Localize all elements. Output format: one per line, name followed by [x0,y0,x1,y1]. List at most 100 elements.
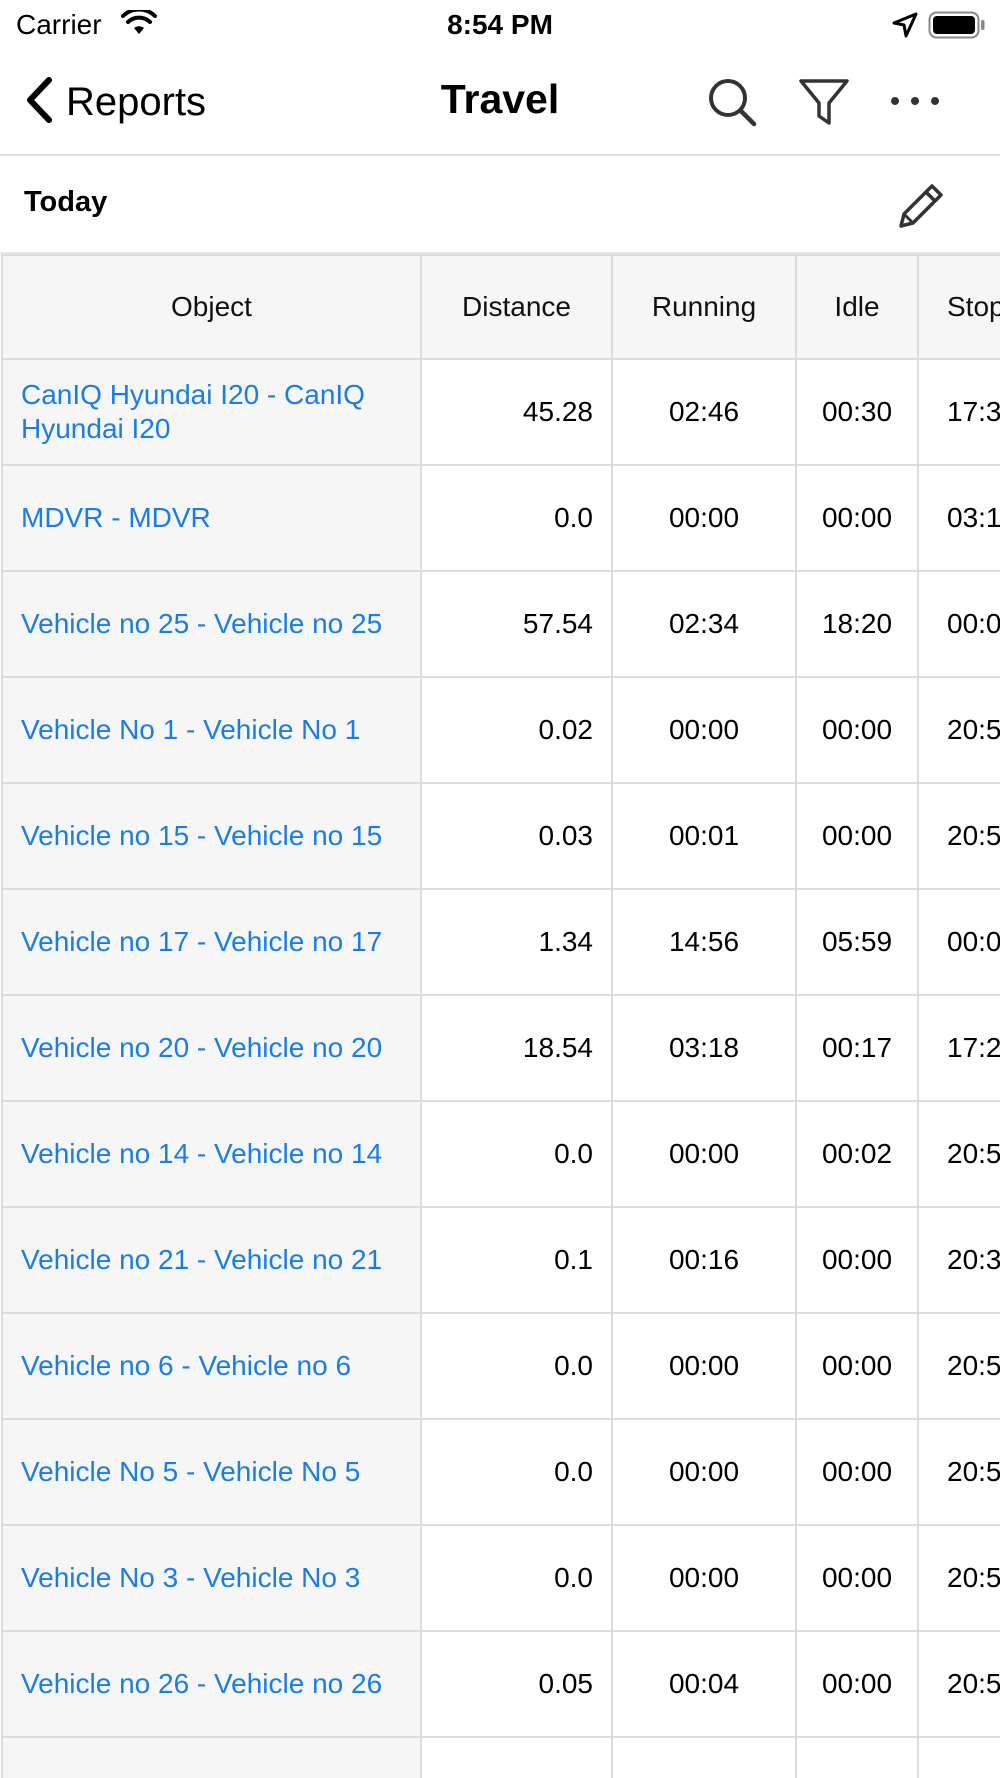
cell-object: Vehicle no 20 - Vehicle no 20 [1,994,422,1102]
cell-object: Vehicle no 26 - Vehicle no 26 [1,1630,422,1738]
table-row[interactable]: Vehicle no 14 - Vehicle no 14 0.0 00:00 00:… [1,1100,1000,1208]
object-link[interactable]: Vehicle no 14 - Vehicle no 14 [21,1137,412,1171]
cell-distance: 0.03 [420,782,613,890]
period-bar: Today [0,156,1000,254]
cell-idle: 00:02 [795,1100,919,1208]
cell-distance: 57.54 [420,570,613,678]
cell-distance: 0.0 [420,1418,613,1526]
column-header-object[interactable]: Object [1,254,422,360]
cell-distance: 1.34 [420,888,613,996]
cell-running: 02:46 [611,358,797,466]
object-link[interactable]: CanIQ Hyundai I20 - CanIQ Hyundai I20 [21,378,412,446]
table-row[interactable]: Vehicle no 20 - Vehicle no 20 18.54 03:18 0… [1,994,1000,1102]
search-icon[interactable] [706,76,758,133]
cell-object: Vehicle no 11 - Vehicle no 11 [1,1736,422,1778]
cell-distance: 0.05 [420,1630,613,1738]
cell-running [611,1736,797,1778]
cell-object: Vehicle no 17 - Vehicle no 17 [1,888,422,996]
object-link[interactable]: Vehicle no 15 - Vehicle no 15 [21,819,412,853]
cell-idle: 00:30 [795,358,919,466]
object-link[interactable]: Vehicle no 17 - Vehicle no 17 [21,925,412,959]
cell-object: Vehicle No 3 - Vehicle No 3 [1,1524,422,1632]
object-link[interactable]: Vehicle no 25 - Vehicle no 25 [21,607,412,641]
cell-idle: 00:00 [795,676,919,784]
pencil-icon[interactable] [895,178,949,237]
object-link[interactable]: Vehicle no 26 - Vehicle no 26 [21,1667,412,1701]
cell-idle: 18:20 [795,570,919,678]
cell-idle: 00:00 [795,782,919,890]
column-header-stop[interactable]: Stop [917,254,1000,360]
table-row[interactable]: Vehicle no 21 - Vehicle no 21 0.1 00:16 00:… [1,1206,1000,1314]
cell-stop: 00:0 [917,888,1000,996]
column-header-running[interactable]: Running [611,254,797,360]
table-row[interactable]: MDVR - MDVR 0.0 00:00 00:00 03:1 [1,464,1000,572]
page-title: Travel [440,76,560,122]
cell-idle [795,1736,919,1778]
object-link[interactable]: Vehicle no 20 - Vehicle no 20 [21,1031,412,1065]
table-row[interactable]: Vehicle no 26 - Vehicle no 26 0.05 00:04 00… [1,1630,1000,1738]
column-header-distance[interactable]: Distance [420,254,613,360]
cell-stop: 17:3 [917,358,1000,466]
cell-idle: 00:17 [795,994,919,1102]
table-row[interactable]: Vehicle no 11 - Vehicle no 11 [1,1736,1000,1778]
table-header-row: Object Distance Running Idle Stop [1,254,1000,360]
object-link[interactable]: Vehicle No 1 - Vehicle No 1 [21,713,412,747]
cell-idle: 00:00 [795,1418,919,1526]
location-arrow-icon [892,12,918,43]
table-row[interactable]: Vehicle no 15 - Vehicle no 15 0.03 00:01 00… [1,782,1000,890]
cell-running: 00:01 [611,782,797,890]
status-time: 8:54 PM [447,9,553,40]
cell-object: Vehicle no 25 - Vehicle no 25 [1,570,422,678]
object-link[interactable]: Vehicle No 3 - Vehicle No 3 [21,1561,412,1595]
cell-running: 00:00 [611,464,797,572]
cell-running: 00:04 [611,1630,797,1738]
cell-stop: 00:0 [917,570,1000,678]
cell-object: Vehicle no 21 - Vehicle no 21 [1,1206,422,1314]
cell-stop: 20:5 [917,1312,1000,1420]
cell-idle: 00:00 [795,464,919,572]
object-link[interactable]: MDVR - MDVR [21,501,412,535]
navigation-bar: Reports Travel [0,50,1000,156]
status-bar: Carrier 8:54 PM [0,0,1000,50]
cell-stop: 20:3 [917,1206,1000,1314]
cell-running: 00:00 [611,1524,797,1632]
cell-distance: 0.0 [420,464,613,572]
cell-stop: 20:5 [917,676,1000,784]
cell-stop: 20:5 [917,1418,1000,1526]
cell-distance: 18.54 [420,994,613,1102]
table-row[interactable]: Vehicle no 6 - Vehicle no 6 0.0 00:00 00:00… [1,1312,1000,1420]
travel-table: Object Distance Running Idle Stop CanIQ … [1,254,1000,1778]
column-header-idle[interactable]: Idle [795,254,919,360]
table-body: CanIQ Hyundai I20 - CanIQ Hyundai I20 45.… [1,358,1000,1778]
cell-distance: 0.0 [420,1100,613,1208]
more-icon[interactable] [888,94,942,113]
table-row[interactable]: Vehicle No 1 - Vehicle No 1 0.02 00:00 00:0… [1,676,1000,784]
table-row[interactable]: CanIQ Hyundai I20 - CanIQ Hyundai I20 45.… [1,358,1000,466]
cell-stop: 17:2 [917,994,1000,1102]
cell-object: CanIQ Hyundai I20 - CanIQ Hyundai I20 [1,358,422,466]
cell-stop: 20:5 [917,782,1000,890]
travel-report-grid[interactable]: Object Distance Running Idle Stop CanIQ … [0,254,1000,1778]
object-link[interactable]: Vehicle no 11 - Vehicle no 11 [21,1773,412,1778]
cell-stop: 20:5 [917,1630,1000,1738]
table-row[interactable]: Vehicle no 17 - Vehicle no 17 1.34 14:56 05… [1,888,1000,996]
cell-running: 00:16 [611,1206,797,1314]
battery-icon [928,11,986,44]
object-link[interactable]: Vehicle No 5 - Vehicle No 5 [21,1455,412,1489]
cell-running: 02:34 [611,570,797,678]
table-row[interactable]: Vehicle no 25 - Vehicle no 25 57.54 02:34 1… [1,570,1000,678]
cell-idle: 00:00 [795,1630,919,1738]
object-link[interactable]: Vehicle no 21 - Vehicle no 21 [21,1243,412,1277]
cell-running: 00:00 [611,1312,797,1420]
object-link[interactable]: Vehicle no 6 - Vehicle no 6 [21,1349,412,1383]
cell-idle: 00:00 [795,1524,919,1632]
cell-distance: 0.1 [420,1206,613,1314]
filter-icon[interactable] [798,76,850,133]
cell-idle: 05:59 [795,888,919,996]
cell-running: 00:00 [611,676,797,784]
cell-distance: 0.0 [420,1312,613,1420]
cell-stop: 20:5 [917,1524,1000,1632]
table-row[interactable]: Vehicle No 5 - Vehicle No 5 0.0 00:00 00:00… [1,1418,1000,1526]
cell-stop: 20:5 [917,1100,1000,1208]
table-row[interactable]: Vehicle No 3 - Vehicle No 3 0.0 00:00 00:00… [1,1524,1000,1632]
